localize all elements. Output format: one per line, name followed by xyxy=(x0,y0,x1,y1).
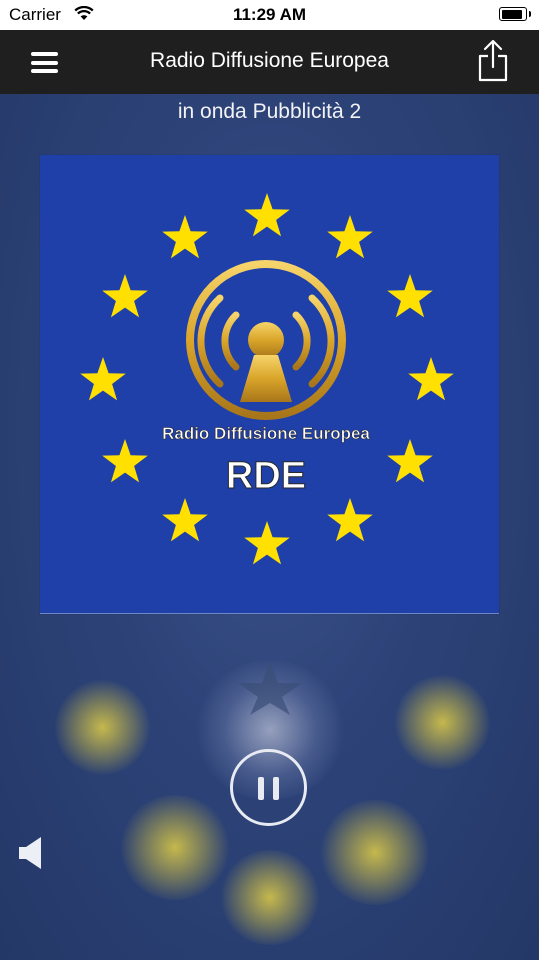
station-artwork: Radio Diffusione Europea RDE xyxy=(40,155,499,614)
battery-level xyxy=(501,9,522,19)
artwork-station-abbr: RDE xyxy=(226,455,306,497)
share-icon xyxy=(478,39,508,82)
pause-button[interactable] xyxy=(230,749,307,826)
navigation-bar: Radio Diffusione Europea xyxy=(0,30,539,94)
status-time: 11:29 AM xyxy=(232,5,307,24)
artwork-station-name: Radio Diffusione Europea xyxy=(162,424,370,443)
pause-icon xyxy=(258,777,264,800)
share-button[interactable] xyxy=(477,39,509,83)
antenna-emblem xyxy=(186,260,346,420)
battery-icon xyxy=(499,7,531,21)
now-playing-text: in onda Pubblicità 2 xyxy=(177,100,362,123)
status-bar: Carrier 11:29 AM xyxy=(0,0,539,30)
volume-icon xyxy=(19,837,41,869)
station-title: Radio Diffusione Europea xyxy=(150,49,389,72)
volume-button[interactable] xyxy=(18,836,44,870)
